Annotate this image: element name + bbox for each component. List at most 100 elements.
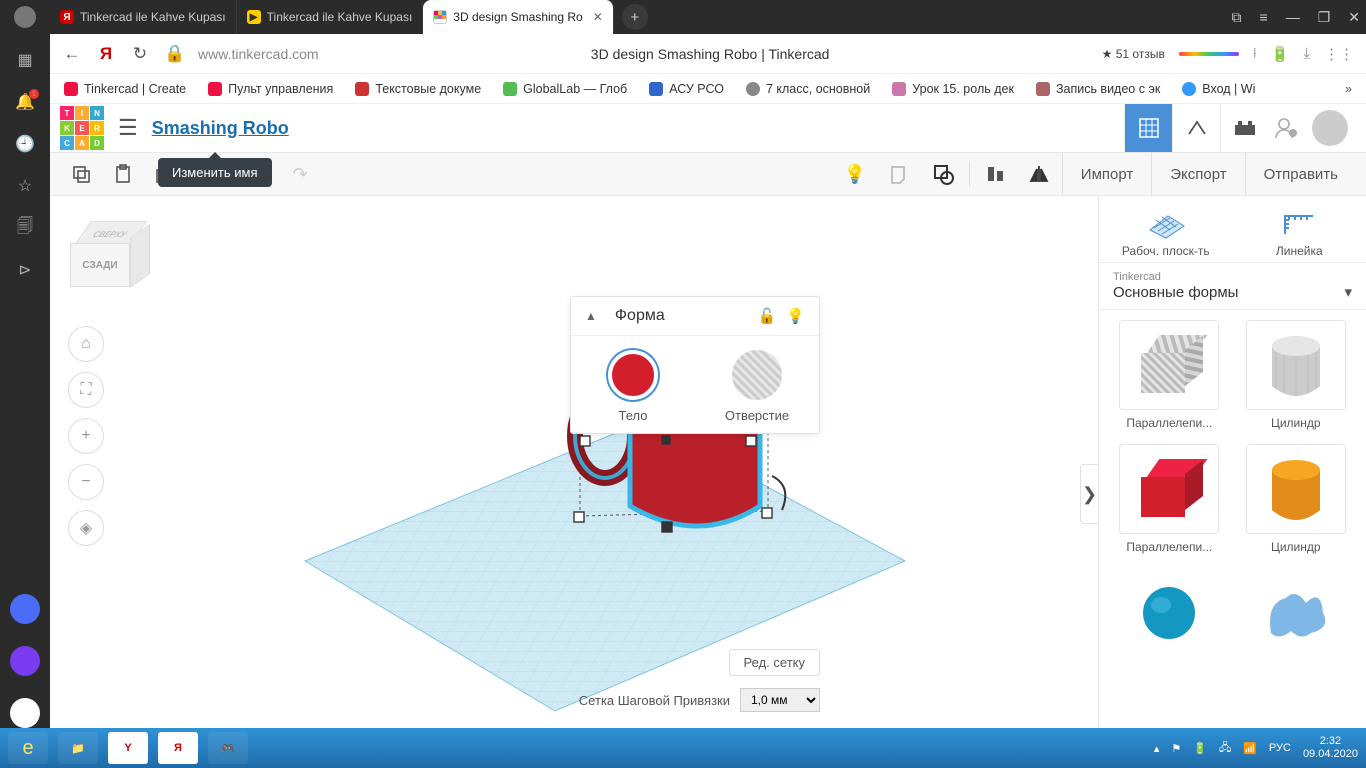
assistant-2-icon[interactable] bbox=[10, 646, 40, 676]
ortho-view-button[interactable]: ◈ bbox=[68, 510, 104, 546]
taskbar-app-icon[interactable]: 🎮 bbox=[208, 732, 248, 764]
zoom-out-button[interactable]: − bbox=[68, 464, 104, 500]
bulb-icon[interactable]: 💡 bbox=[833, 156, 877, 192]
tinkercad-logo[interactable]: TIN KER CAD bbox=[60, 106, 104, 150]
nav-back-icon[interactable]: ← bbox=[62, 44, 82, 64]
notes-toggle-icon[interactable] bbox=[877, 156, 921, 192]
windows-taskbar: e 📁 Y Я 🎮 ▴ ⚑ 🔋 🖧 📶 РУС 2:32 09.04.2020 bbox=[0, 728, 1366, 768]
invite-icon[interactable]: + bbox=[1268, 110, 1304, 146]
align-icon[interactable] bbox=[974, 156, 1018, 192]
tray-lang[interactable]: РУС bbox=[1269, 742, 1291, 754]
window-minimize-button[interactable]: — bbox=[1286, 9, 1300, 25]
copy-button[interactable] bbox=[60, 156, 102, 192]
tray-clock[interactable]: 2:32 09.04.2020 bbox=[1303, 735, 1358, 761]
viewcube-front[interactable]: СЗАДИ bbox=[70, 243, 130, 287]
taskbar-yandex2-icon[interactable]: Я bbox=[158, 732, 198, 764]
extensions-icon[interactable]: ⋮⋮ bbox=[1324, 45, 1354, 63]
sidebar-collapse-handle[interactable]: ❯ bbox=[1080, 464, 1098, 524]
browser-tab-2-active[interactable]: 3D design Smashing Ro ✕ bbox=[423, 0, 613, 34]
solid-option[interactable]: Тело bbox=[571, 350, 695, 423]
tray-battery-icon[interactable]: 🔋 bbox=[1193, 742, 1207, 755]
zoom-in-button[interactable]: + bbox=[68, 418, 104, 454]
battery-icon[interactable]: 🔋 bbox=[1271, 45, 1290, 63]
view-lego-button[interactable] bbox=[1220, 104, 1268, 152]
taskbar-explorer-icon[interactable]: 📁 bbox=[58, 732, 98, 764]
send-button[interactable]: Отправить bbox=[1245, 152, 1356, 196]
bookmark-item[interactable]: Урок 15. роль дек bbox=[892, 82, 1014, 96]
shape-box-hole[interactable]: Параллелепи... bbox=[1111, 320, 1228, 430]
import-button[interactable]: Импорт bbox=[1062, 152, 1151, 196]
window-close-button[interactable]: ✕ bbox=[1348, 9, 1360, 26]
bookmark-item[interactable]: АСУ РСО bbox=[649, 82, 724, 96]
assistant-1-icon[interactable] bbox=[10, 594, 40, 624]
window-maximize-button[interactable]: ❐ bbox=[1318, 9, 1331, 26]
notes-icon[interactable]: 🗐 bbox=[15, 218, 35, 238]
new-tab-button[interactable]: + bbox=[622, 4, 648, 30]
favorites-icon[interactable]: ☆ bbox=[15, 176, 35, 196]
taskbar-ie-icon[interactable]: e bbox=[8, 732, 48, 764]
apps-grid-icon[interactable]: ▦ bbox=[15, 50, 35, 70]
group-icon[interactable] bbox=[921, 156, 965, 192]
lock-icon[interactable]: 🔒 bbox=[164, 44, 184, 64]
shape-category-select[interactable]: Tinkercad Основные формы▾ bbox=[1099, 262, 1366, 310]
tray-wifi-icon[interactable]: 📶 bbox=[1243, 742, 1257, 755]
history-icon[interactable]: 🕘 bbox=[15, 134, 35, 154]
notifications-icon[interactable]: 🔔1 bbox=[15, 92, 35, 112]
os-profile-avatar[interactable] bbox=[14, 6, 36, 28]
bookmark-item[interactable]: Запись видео с эк bbox=[1036, 82, 1160, 96]
os-titlebar: Я Tinkercad ile Kahve Kupası ▶ Tinkercad… bbox=[0, 0, 1366, 34]
bookmark-item[interactable]: Tinkercad | Create bbox=[64, 82, 186, 96]
app-header: TIN KER CAD ☰ Smashing Robo + bbox=[50, 104, 1366, 152]
view-bricks-button[interactable] bbox=[1172, 104, 1220, 152]
ruler-tool[interactable]: Линейка bbox=[1233, 206, 1366, 258]
shape-scribble[interactable] bbox=[1238, 568, 1355, 664]
3d-canvas[interactable]: СВЕРХУ СЗАДИ ⌂ ⛶ + − ◈ bbox=[50, 196, 1098, 728]
design-list-icon[interactable]: ☰ bbox=[118, 115, 138, 141]
nav-reload-icon[interactable]: ↻ bbox=[130, 44, 150, 64]
yandex-home-icon[interactable]: Я bbox=[96, 44, 116, 64]
downloads-icon[interactable]: ⤓ bbox=[1303, 45, 1310, 62]
tray-up-icon[interactable]: ▴ bbox=[1154, 742, 1160, 755]
export-button[interactable]: Экспорт bbox=[1151, 152, 1244, 196]
mirror-icon[interactable] bbox=[1018, 156, 1062, 192]
bookmark-item[interactable]: Пульт управления bbox=[208, 82, 333, 96]
edit-grid-button[interactable]: Ред. сетку bbox=[729, 649, 820, 676]
media-icon[interactable]: ⊳ bbox=[15, 260, 35, 280]
site-rating[interactable]: ★ 51 отзыв bbox=[1102, 47, 1165, 61]
svg-text:+: + bbox=[1291, 129, 1296, 138]
bookmarks-overflow-icon[interactable]: » bbox=[1345, 82, 1352, 96]
shape-sphere[interactable] bbox=[1111, 568, 1228, 664]
bookmark-icon[interactable]: ⟊ bbox=[1253, 45, 1257, 62]
bulb-icon[interactable]: 💡 bbox=[786, 307, 805, 325]
url-text[interactable]: www.tinkercad.com bbox=[198, 46, 319, 62]
bookmark-item[interactable]: 7 класс, основной bbox=[746, 82, 870, 96]
lock-icon[interactable]: 🔓 bbox=[758, 307, 777, 325]
hole-option[interactable]: Отверстие bbox=[695, 350, 819, 423]
bookmark-item[interactable]: Текстовые докуме bbox=[355, 82, 481, 96]
assistant-3-icon[interactable] bbox=[10, 698, 40, 728]
tab-close-icon[interactable]: ✕ bbox=[593, 10, 603, 24]
browser-tab-0[interactable]: Я Tinkercad ile Kahve Kupası bbox=[50, 0, 237, 34]
design-name-link[interactable]: Smashing Robo bbox=[152, 118, 289, 139]
shape-box-solid[interactable]: Параллелепи... bbox=[1111, 444, 1228, 554]
shape-cylinder-solid[interactable]: Цилиндр bbox=[1238, 444, 1355, 554]
home-view-button[interactable]: ⌂ bbox=[68, 326, 104, 362]
tabs-overview-icon[interactable]: ≡ bbox=[1260, 9, 1268, 25]
shape-cylinder-hole[interactable]: Цилиндр bbox=[1238, 320, 1355, 430]
taskbar-yandex1-icon[interactable]: Y bbox=[108, 732, 148, 764]
view-blocks-button[interactable] bbox=[1124, 104, 1172, 152]
view-cube[interactable]: СВЕРХУ СЗАДИ bbox=[70, 221, 150, 301]
picture-in-picture-icon[interactable]: ⧉ bbox=[1232, 9, 1242, 26]
workplane-tool[interactable]: Рабоч. плоск-ть bbox=[1099, 206, 1233, 258]
fit-view-button[interactable]: ⛶ bbox=[68, 372, 104, 408]
snap-select[interactable]: 1,0 мм bbox=[740, 688, 820, 712]
collapse-panel-icon[interactable]: ▲ bbox=[585, 309, 597, 323]
tray-flag-icon[interactable]: ⚑ bbox=[1171, 742, 1181, 755]
browser-tab-1[interactable]: ▶ Tinkercad ile Kahve Kupası bbox=[237, 0, 424, 34]
tray-network-icon[interactable]: 🖧 bbox=[1219, 739, 1231, 758]
user-avatar[interactable] bbox=[1312, 110, 1348, 146]
paste-button[interactable] bbox=[102, 156, 144, 192]
bookmark-item[interactable]: Вход | Wi bbox=[1182, 82, 1255, 96]
redo-button[interactable]: ↷ bbox=[279, 156, 321, 192]
bookmark-item[interactable]: GlobalLab — Глоб bbox=[503, 82, 627, 96]
